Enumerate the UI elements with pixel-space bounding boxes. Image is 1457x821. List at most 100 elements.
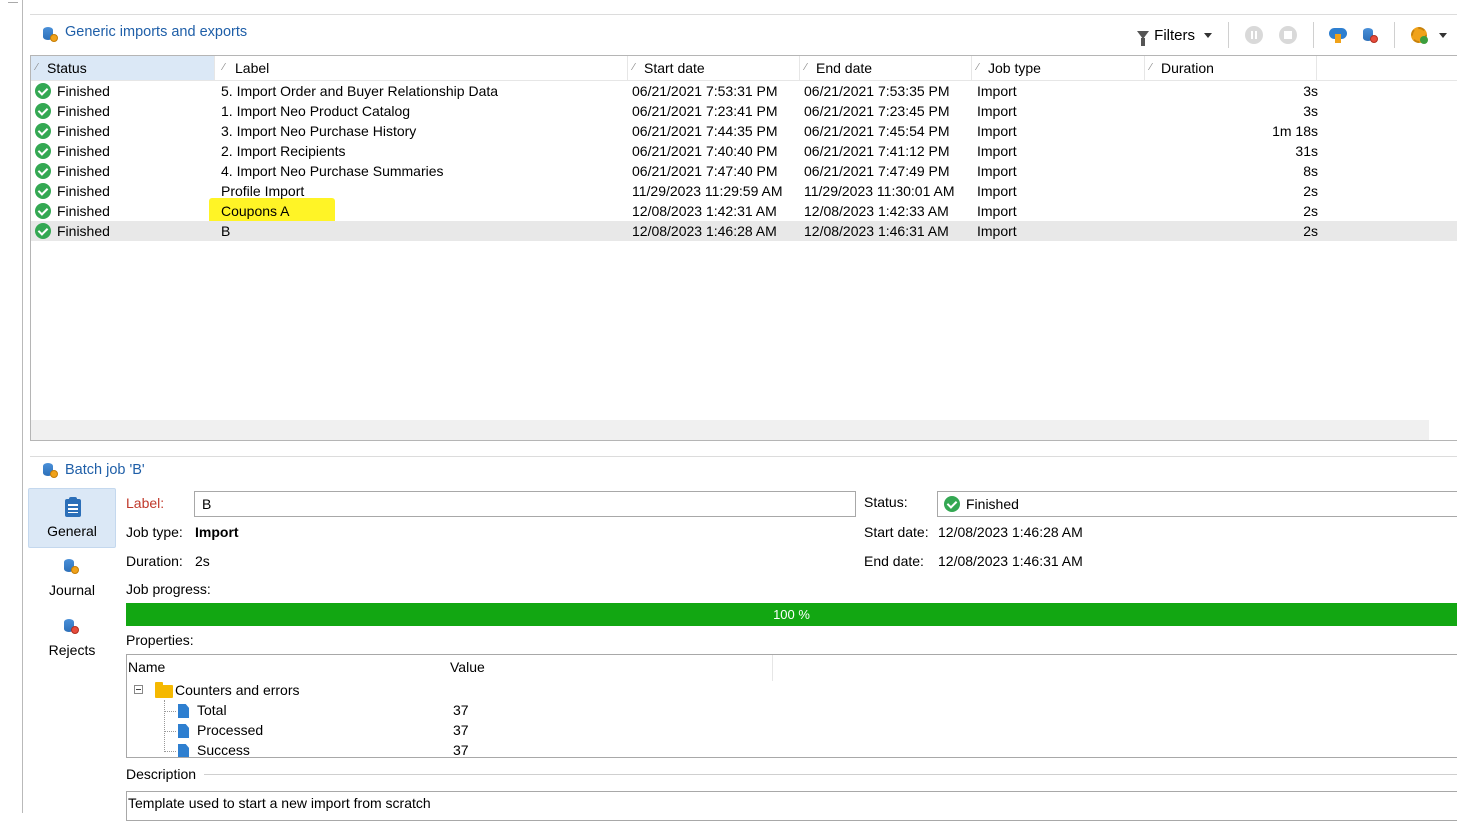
end-date-caption: End date: <box>864 553 924 569</box>
job-progress-bar: 100 % <box>126 603 1457 626</box>
cell-start-date: 06/21/2021 7:47:40 PM <box>632 163 778 179</box>
description-caption: Description <box>126 766 197 782</box>
table-row[interactable]: Finished Coupons A 12/08/2023 1:42:31 AM 12… <box>31 201 1457 221</box>
tab-general[interactable]: General <box>28 488 116 548</box>
cell-duration: 2s <box>1303 203 1318 219</box>
pause-button[interactable] <box>1245 26 1263 44</box>
cell-start-date: 06/21/2021 7:23:41 PM <box>632 103 778 119</box>
start-date-caption: Start date: <box>864 524 929 540</box>
prop-value-header[interactable]: Value <box>450 659 485 675</box>
job-type-caption: Job type: <box>126 524 183 540</box>
cell-job-type: Import <box>977 143 1017 159</box>
filters-label: Filters <box>1154 26 1195 44</box>
table-row[interactable]: Finished 1. Import Neo Product Catalog 06/… <box>31 101 1457 121</box>
check-circle-icon <box>35 123 51 139</box>
cell-end-date: 06/21/2021 7:53:35 PM <box>804 83 950 99</box>
counter-total-name: Total <box>197 702 227 718</box>
job-progress-caption: Job progress: <box>126 581 211 597</box>
cell-duration: 31s <box>1295 143 1318 159</box>
column-header-start-date[interactable]: ⁄ Start date <box>628 56 800 80</box>
tab-rejects[interactable]: Rejects <box>28 608 116 668</box>
column-header-duration[interactable]: ⁄ Duration <box>1145 56 1317 80</box>
counter-processed-value: 37 <box>453 722 469 738</box>
counter-processed-name: Processed <box>197 722 264 738</box>
database-gear-icon <box>42 26 58 42</box>
prop-name-header[interactable]: Name <box>128 659 165 675</box>
table-row[interactable]: Finished Profile Import 11/29/2023 11:29:5… <box>31 181 1457 201</box>
tab-journal[interactable]: Journal <box>28 548 116 608</box>
start-date-value: 12/08/2023 1:46:28 AM <box>938 524 1083 540</box>
cell-label: 5. Import Order and Buyer Relationship D… <box>221 83 499 99</box>
cell-status: Finished <box>31 181 218 201</box>
list-panel-header: Generic imports and exports Filters <box>30 14 1457 55</box>
chevron-down-icon <box>1204 32 1212 38</box>
folder-icon <box>155 682 173 698</box>
cell-duration: 3s <box>1303 103 1318 119</box>
chevron-down-icon[interactable] <box>1439 32 1447 38</box>
check-circle-icon <box>35 83 51 99</box>
cell-status: Finished <box>31 221 218 241</box>
cell-end-date: 06/21/2021 7:41:12 PM <box>804 143 950 159</box>
cell-status: Finished <box>31 101 218 121</box>
table-body: Finished 5. Import Order and Buyer Relati… <box>31 81 1457 241</box>
label-field[interactable]: B <box>194 491 856 517</box>
database-gear-icon <box>42 462 58 478</box>
cell-end-date: 06/21/2021 7:23:45 PM <box>804 103 950 119</box>
cell-duration: 3s <box>1303 83 1318 99</box>
left-panel-edge <box>0 0 23 813</box>
check-circle-icon <box>35 103 51 119</box>
properties-caption: Properties: <box>126 632 194 648</box>
column-header-end-date[interactable]: ⁄ End date <box>800 56 972 80</box>
cell-label: 4. Import Neo Purchase Summaries <box>221 163 444 179</box>
cell-label: 1. Import Neo Product Catalog <box>221 103 411 119</box>
cell-job-type: Import <box>977 163 1017 179</box>
cell-end-date: 12/08/2023 1:42:33 AM <box>804 203 949 219</box>
cell-end-date: 11/29/2023 11:30:01 AM <box>804 183 955 199</box>
clipboard-icon <box>65 497 81 517</box>
cell-duration: 8s <box>1303 163 1318 179</box>
properties-tree: Name Value Counters and errors Total 37 … <box>126 654 1457 758</box>
progress-text: 100 % <box>773 607 810 622</box>
cell-label: B <box>221 223 231 239</box>
tree-group-counters[interactable]: Counters and errors <box>175 680 300 700</box>
check-circle-icon <box>35 143 51 159</box>
journal-icon <box>63 558 79 576</box>
description-divider <box>204 774 1457 775</box>
stop-button[interactable] <box>1279 26 1297 44</box>
toolbar-separator <box>1228 22 1229 48</box>
detail-side-nav: General Journal Rejects <box>28 488 116 668</box>
cell-job-type: Import <box>977 183 1017 199</box>
settings-gear-icon[interactable] <box>1409 25 1429 45</box>
cell-label: 2. Import Recipients <box>221 143 346 159</box>
counter-success-value: 37 <box>453 742 469 758</box>
rejects-icon[interactable] <box>1360 25 1380 45</box>
cell-label: 3. Import Neo Purchase History <box>221 123 417 139</box>
column-header-job-type[interactable]: ⁄ Job type <box>972 56 1145 80</box>
description-field[interactable]: Template used to start a new import from… <box>126 791 1457 821</box>
collapse-toggle-icon[interactable] <box>134 685 143 694</box>
file-icon <box>178 744 189 757</box>
detail-title: Batch job 'B' <box>65 462 145 478</box>
horizontal-scrollbar[interactable] <box>31 420 1429 440</box>
table-row[interactable]: Finished 5. Import Order and Buyer Relati… <box>31 81 1457 101</box>
cell-duration: 2s <box>1303 223 1318 239</box>
toolbar-separator <box>1394 22 1395 48</box>
table-row[interactable]: Finished 2. Import Recipients 06/21/2021 7… <box>31 141 1457 161</box>
file-icon <box>178 724 189 738</box>
cell-start-date: 06/21/2021 7:40:40 PM <box>632 143 778 159</box>
filters-button[interactable]: Filters <box>1129 26 1220 46</box>
cell-status: Finished <box>31 201 218 221</box>
table-row[interactable]: Finished 3. Import Neo Purchase History 06… <box>31 121 1457 141</box>
cell-status: Finished <box>31 81 218 101</box>
column-header-status[interactable]: ⁄ Status <box>31 56 215 80</box>
job-type-value: Import <box>195 524 239 540</box>
table-row[interactable]: Finished B 12/08/2023 1:46:28 AM 12/08/2023… <box>31 221 1457 241</box>
upload-cloud-icon[interactable] <box>1328 25 1348 45</box>
cell-status: Finished <box>31 161 218 181</box>
cell-status: Finished <box>31 141 218 161</box>
cell-end-date: 06/21/2021 7:45:54 PM <box>804 123 950 139</box>
column-header-label[interactable]: ⁄ Label <box>215 56 628 80</box>
cell-start-date: 12/08/2023 1:42:31 AM <box>632 203 777 219</box>
cell-duration: 2s <box>1303 183 1318 199</box>
table-row[interactable]: Finished 4. Import Neo Purchase Summaries… <box>31 161 1457 181</box>
